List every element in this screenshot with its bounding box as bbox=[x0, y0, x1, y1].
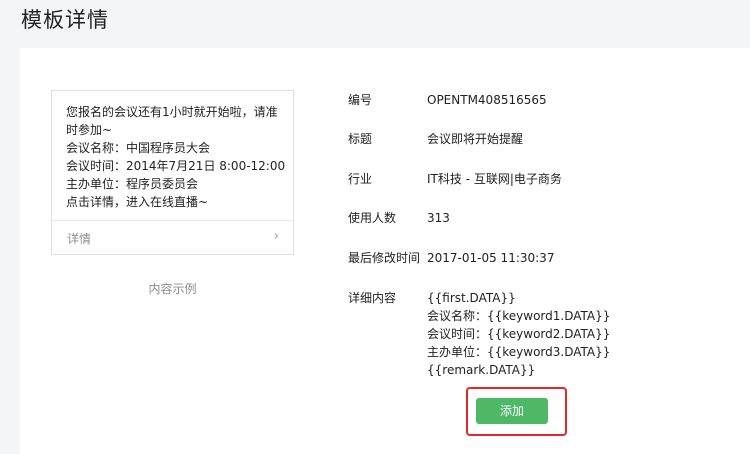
users-label: 使用人数 bbox=[348, 211, 397, 225]
preview-body: 您报名的会议还有1小时就开始啦，请准时参加~ 会议名称：中国程序员大会 会议时间… bbox=[66, 103, 288, 211]
content-line-keyword2: 会议时间：{{keyword2.DATA}} bbox=[427, 327, 611, 341]
message-preview-card: 您报名的会议还有1小时就开始啦，请准时参加~ 会议名称：中国程序员大会 会议时间… bbox=[51, 90, 294, 255]
content-value: {{first.DATA}} 会议名称：{{keyword1.DATA}} 会议… bbox=[427, 289, 610, 379]
content-line-first: {{first.DATA}} bbox=[427, 291, 516, 305]
preview-detail-row[interactable]: 详情 › bbox=[52, 220, 293, 254]
industry-label: 行业 bbox=[348, 172, 373, 186]
preview-line-first: 您报名的会议还有1小时就开始啦，请准时参加~ bbox=[66, 105, 278, 137]
title-value: 会议即将开始提醒 bbox=[427, 132, 524, 146]
content-line-remark: {{remark.DATA}} bbox=[427, 363, 536, 377]
preview-line-organizer: 主办单位：程序员委员会 bbox=[66, 177, 199, 191]
chevron-right-icon: › bbox=[273, 229, 279, 244]
content-line-keyword3: 主办单位：{{keyword3.DATA}} bbox=[427, 345, 611, 359]
page-title: 模板详情 bbox=[21, 8, 109, 32]
preview-line-remark: 点击详情，进入在线直播~ bbox=[66, 195, 209, 209]
modified-label: 最后修改时间 bbox=[348, 251, 421, 265]
content-line-keyword1: 会议名称：{{keyword1.DATA}} bbox=[427, 309, 611, 323]
title-label: 标题 bbox=[348, 132, 373, 146]
modified-value: 2017-01-05 11:30:37 bbox=[427, 251, 555, 265]
preview-caption: 内容示例 bbox=[148, 282, 197, 296]
preview-line-meeting-time: 会议时间：2014年7月21日 8:00-12:00 bbox=[66, 159, 286, 173]
industry-value: IT科技 - 互联网|电子商务 bbox=[427, 172, 562, 186]
number-value: OPENTM408516565 bbox=[427, 93, 547, 107]
add-button[interactable]: 添加 bbox=[476, 398, 548, 424]
number-label: 编号 bbox=[348, 93, 373, 107]
detail-link[interactable]: 详情 bbox=[67, 230, 91, 247]
users-value: 313 bbox=[427, 211, 450, 225]
preview-line-meeting-name: 会议名称：中国程序员大会 bbox=[66, 141, 211, 155]
content-label: 详细内容 bbox=[348, 291, 397, 305]
